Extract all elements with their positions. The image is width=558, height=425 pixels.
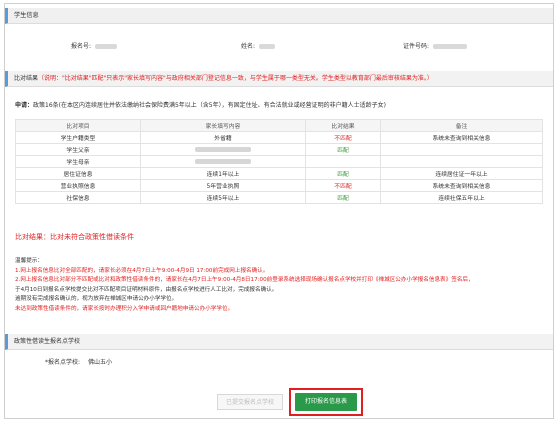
cell-item: 学生母亲 [15, 155, 141, 168]
cell-result: 匹配 [305, 143, 381, 156]
name-field: 姓名: [241, 41, 276, 50]
name-value [259, 44, 276, 49]
name-label: 姓名: [241, 43, 256, 50]
submitted-school-button[interactable]: 已提交报名点学校 [217, 394, 283, 410]
cell-remark: 连续居住证一年以上 [380, 167, 543, 180]
student-info-header: 学生信息 [5, 8, 553, 24]
compare-result-label: 比对结果 [14, 75, 39, 82]
cell-result [305, 155, 381, 168]
cell-result: 不匹配 [305, 179, 381, 192]
school-section-title: 政策性借读生报名点学校 [14, 338, 81, 345]
cell-remark: 连续社保五年以上 [380, 191, 543, 204]
cell-item: 居住证信息 [15, 167, 141, 180]
col-remark: 备注 [380, 119, 543, 132]
cell-content [140, 155, 306, 168]
tip-line-1: 1.网上报名信息比对全部匹配的，请家长必须在4月7日上午9:00-4月9日 17… [15, 267, 269, 274]
tips-block: 温馨提示： 1.网上报名信息比对全部匹配的，请家长必须在4月7日上午9:00-4… [15, 257, 543, 315]
id-number-field: 证件号码: [403, 41, 468, 50]
cell-content: 外省籍 [140, 131, 306, 144]
redacted-content [195, 158, 251, 164]
cell-result: 匹配 [305, 191, 381, 204]
school-section-header: 政策性借读生报名点学校 [5, 334, 553, 350]
school-value: 佛山五小 [87, 359, 112, 366]
compare-result-header: 比对结果（说明："比对结果"匹配"只表示"家长填写内容"与政府相关部门登记信息一… [5, 71, 553, 87]
cell-remark [380, 143, 543, 156]
registration-number-value [95, 44, 118, 49]
student-info-title: 学生信息 [14, 12, 39, 19]
print-info-button[interactable]: 打印报名信息表 [295, 393, 357, 411]
col-content: 家长填写内容 [140, 119, 306, 132]
id-number-value [433, 44, 468, 49]
school-field: *报名点学校: 佛山五小 [45, 357, 112, 366]
school-label: *报名点学校: [45, 359, 81, 366]
compare-table: 比对项目 家长填写内容 比对结果 备注 学生户籍类型 外省籍 不匹配 系统未查询… [15, 119, 543, 204]
table-header-row: 比对项目 家长填写内容 比对结果 备注 [15, 119, 543, 132]
table-row: 营业执照信息 5年营业执照 不匹配 系统未查询到相关信息 [15, 179, 543, 192]
col-result: 比对结果 [305, 119, 381, 132]
compare-result-note: （说明："比对结果"匹配"只表示"家长填写内容"与政府相关部门登记信息一致，与学… [38, 75, 433, 82]
tips-title: 温馨提示： [15, 258, 43, 264]
apply-prefix: 申请： [15, 102, 34, 109]
registration-number-label: 报名号: [71, 43, 92, 50]
cell-remark [380, 155, 543, 168]
cell-content [140, 143, 306, 156]
cell-result: 不匹配 [305, 131, 381, 144]
registration-panel: 学生信息 报名号: 姓名: 证件号码: 比对结果（说明："比对结果"匹配"只表示… [4, 3, 554, 419]
apply-text: 政策16条(在本区内连续居住并依法缴纳社会保险费满5年以上（含5年），有固定住址… [33, 102, 386, 109]
table-row: 学生户籍类型 外省籍 不匹配 系统未查询到相关信息 [15, 131, 543, 144]
tip-line-3: 逾期没有完成报名确认的，视为放弃在禅城区申请公办小学学位。 [15, 296, 178, 303]
redacted-content [195, 146, 251, 152]
student-info-row: 报名号: 姓名: 证件号码: [5, 41, 553, 53]
cell-content: 5年营业执照 [140, 179, 306, 192]
cell-item: 社保信息 [15, 191, 141, 204]
cell-content: 连续5年以上 [140, 191, 306, 204]
table-row: 学生母亲 [15, 155, 543, 168]
cell-content: 连续1年以上 [140, 167, 306, 180]
table-row: 居住证信息 连续1年以上 匹配 连续居住证一年以上 [15, 167, 543, 180]
cell-remark: 系统未查询到相关信息 [380, 179, 543, 192]
col-item: 比对项目 [15, 119, 141, 132]
apply-policy-line: 申请：政策16条(在本区内连续居住并依法缴纳社会保险费满5年以上（含5年），有固… [15, 100, 386, 109]
compare-result-summary: 比对结果：比对未符合政策性借读条件 [15, 233, 134, 241]
cell-item: 营业执照信息 [15, 179, 141, 192]
table-row: 社保信息 连续5年以上 匹配 连续社保五年以上 [15, 191, 543, 204]
cell-item: 学生父亲 [15, 143, 141, 156]
cell-remark: 系统未查询到相关信息 [380, 131, 543, 144]
tip-line-2b: 于4月10日到报名点学校提交比对不匹配项目证明材料原件，由报名点学校进行人工比对… [15, 286, 278, 293]
tip-line-2a: 2.网上报名信息比对部分不匹配或比对和政策性借读条件的，请家长在4月7日上午9:… [15, 277, 474, 284]
cell-item: 学生户籍类型 [15, 131, 141, 144]
registration-number-field: 报名号: [71, 41, 118, 50]
cell-result: 匹配 [305, 167, 381, 180]
table-row: 学生父亲 匹配 [15, 143, 543, 156]
id-number-label: 证件号码: [403, 43, 430, 50]
tip-line-4: 未达到政策性借读条件的，请家长按时办理积分入学申请或回户籍地申请公办小学学位。 [15, 305, 234, 312]
